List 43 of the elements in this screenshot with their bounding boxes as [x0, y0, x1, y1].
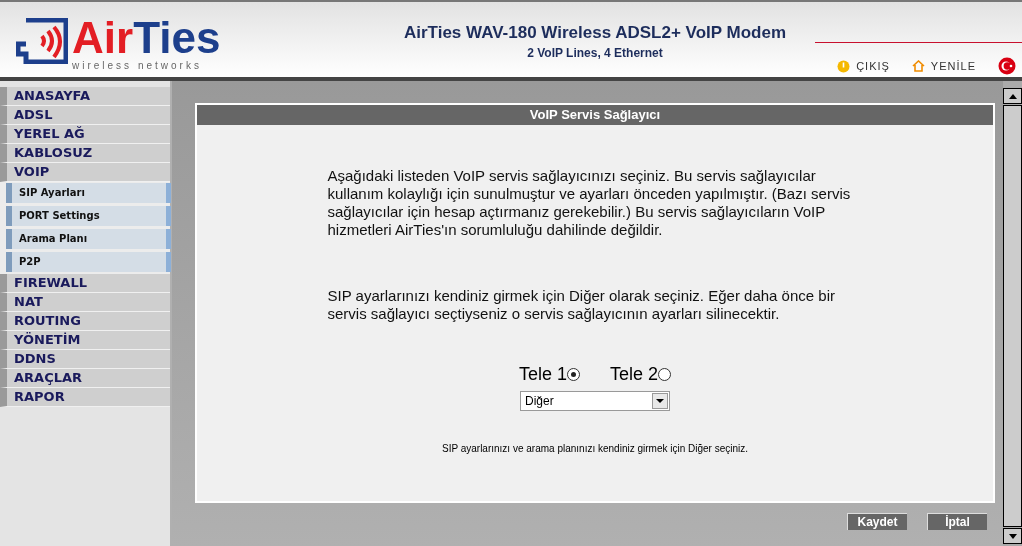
logo-tagline: wireless networks: [72, 61, 203, 71]
home-icon: [911, 60, 925, 72]
submenu-item[interactable]: Arama Planı: [6, 229, 171, 249]
scroll-up-button[interactable]: [1003, 88, 1022, 104]
product-title: AirTies WAV-180 Wireless ADSL2+ VoIP Modem: [404, 22, 786, 44]
submenu-item[interactable]: SIP Ayarları: [6, 183, 171, 203]
radio-button[interactable]: [567, 368, 580, 381]
flag-icon: [998, 57, 1016, 75]
info-paragraph: SIP ayarlarınızı kendiniz girmek için Diğer olarak seçiniz. Eğer daha önce bir servis sağlayıcı seçtiyseniz o servis sağlayıcının ayarları silinecektir.: [327, 287, 836, 323]
menu-item[interactable]: YÖNETİM: [0, 331, 170, 350]
menu-item[interactable]: NAT: [0, 293, 170, 312]
down-arrow-icon: [1008, 533, 1017, 539]
submenu-item[interactable]: PORT Settings: [6, 206, 171, 226]
menu-item[interactable]: RAPOR: [0, 388, 170, 407]
header-link[interactable]: ÇIKIŞ: [837, 57, 890, 75]
power-icon: [837, 59, 851, 73]
logo-icon: [16, 18, 68, 64]
menu-item[interactable]: ROUTING: [0, 312, 170, 331]
menu-item[interactable]: ANASAYFA: [0, 87, 170, 106]
radio-label: Tele 1: [518, 363, 567, 386]
menu-item[interactable]: KABLOSUZ: [0, 144, 170, 163]
radio-button[interactable]: [658, 368, 672, 381]
scroll-down-button[interactable]: [1003, 528, 1022, 544]
logo-brand: Ties: [133, 16, 221, 60]
menu-item[interactable]: ADSL: [0, 106, 170, 125]
provider-select[interactable]: Diğer: [520, 391, 670, 411]
action-button[interactable]: Kaydet: [847, 513, 907, 530]
radio-label: Tele 2: [610, 363, 659, 386]
menu-item[interactable]: ARAÇLAR: [0, 369, 170, 388]
menu-item[interactable]: VOIP: [0, 163, 170, 182]
header-link[interactable]: YENİLE: [911, 57, 976, 75]
up-arrow-icon: [1008, 93, 1017, 99]
submenu-item[interactable]: P2P: [6, 252, 171, 272]
menu-item[interactable]: DDNS: [0, 350, 170, 369]
hint-text: SIP ayarlarınızı ve arama planınızı kendiniz girmek için Diğer seçiniz.: [441, 442, 749, 456]
action-button[interactable]: İptal: [927, 513, 987, 530]
menu-item[interactable]: YEREL AĞ: [0, 125, 170, 144]
scrollbar-thumb[interactable]: [1003, 105, 1022, 527]
panel-title: VoIP Servis Sağlayıcı: [197, 105, 993, 125]
logo-brand: Air: [72, 16, 134, 60]
info-paragraph: Aşağıdaki listeden VoIP servis sağlayıcınızı seçiniz. Bu servis sağlayıcılar kullanım kolaylığı için sunulmuştur ve ayarları önceden yapılmıştır. (Bazı servis sağlayıcılar için hesap açtırmanız gerekebilir.) Bu servis sağlayıcıların VoIP hizmetleri AirTies'ın sorumluluğu dahilinde değildir.: [327, 167, 852, 239]
menu-item[interactable]: FIREWALL: [0, 274, 170, 293]
product-subtitle: 2 VoIP Lines, 4 Ethernet: [527, 44, 663, 62]
